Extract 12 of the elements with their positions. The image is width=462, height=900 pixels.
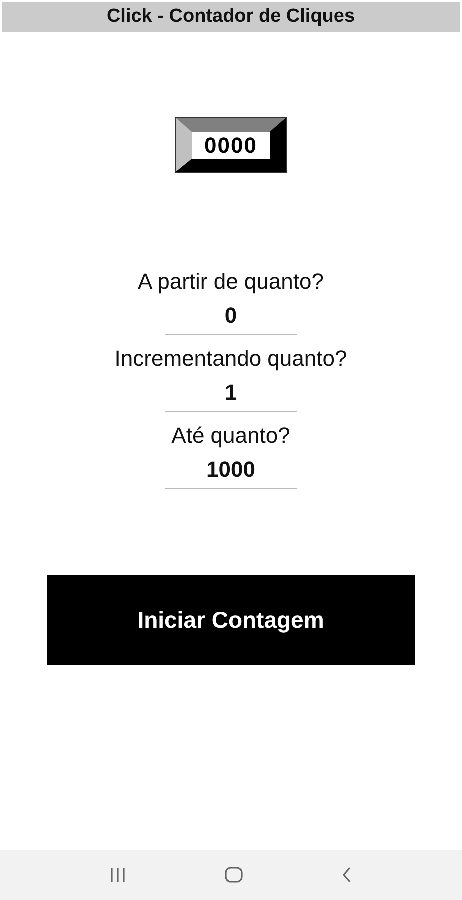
start-count-button[interactable]: Iniciar Contagem	[47, 575, 415, 665]
app-title: Click - Contador de Cliques	[2, 2, 460, 32]
field-label: Incrementando quanto?	[114, 345, 348, 373]
input-field[interactable]: 0	[164, 298, 297, 335]
input-field[interactable]: 1000	[165, 452, 297, 489]
counter-display: 0000	[176, 118, 286, 172]
field-label: Até quanto?	[172, 422, 290, 450]
recent-apps-icon[interactable]	[108, 867, 127, 883]
input-field[interactable]: 1	[165, 375, 297, 412]
home-icon[interactable]	[224, 866, 244, 884]
field-label: A partir de quanto?	[138, 268, 324, 296]
back-icon[interactable]	[341, 866, 354, 884]
